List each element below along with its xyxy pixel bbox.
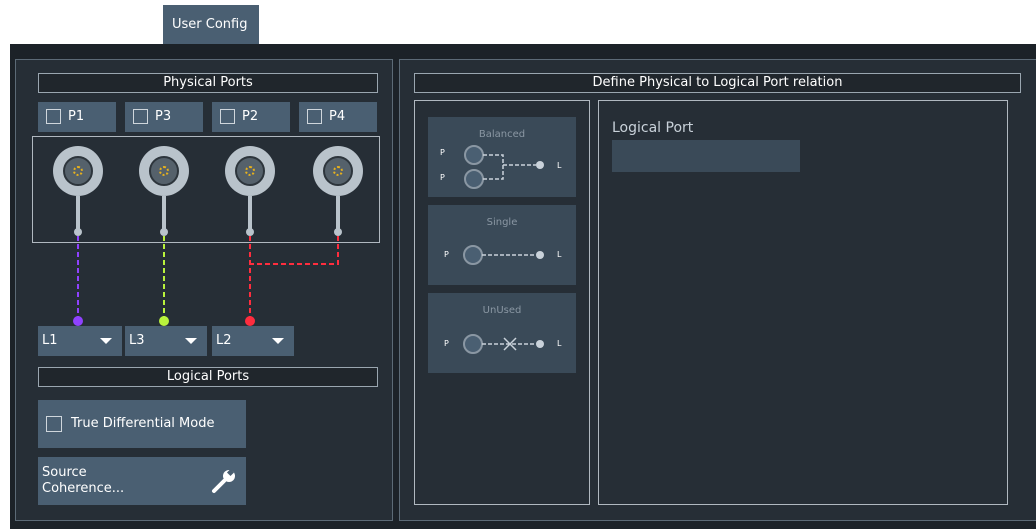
- source-coherence-label-line2: Coherence...: [42, 481, 125, 496]
- port-connector-p3: [139, 146, 189, 196]
- logical-dropdown-2[interactable]: L3: [125, 326, 207, 356]
- port-connector-p4: [313, 146, 363, 196]
- logical-dropdown-1[interactable]: L1: [38, 326, 122, 356]
- stem-node: [74, 228, 82, 236]
- stem-node: [246, 228, 254, 236]
- stem-node: [334, 228, 342, 236]
- endpoint-l2: [245, 316, 255, 326]
- p-label: P: [440, 148, 445, 157]
- dropdown-value: L2: [216, 333, 232, 348]
- unused-diagram: P L: [444, 334, 562, 354]
- source-coherence-label-line1: Source: [42, 465, 87, 480]
- logical-port-field[interactable]: [612, 140, 800, 172]
- p-label: P: [444, 339, 449, 348]
- port-connector-p1: [53, 146, 103, 196]
- single-diagram: P L: [444, 245, 562, 265]
- line-p4-l2: [250, 236, 339, 265]
- logical-port-label: Logical Port: [612, 120, 694, 136]
- p-label: P: [440, 173, 445, 182]
- balanced-diagram: P P L: [440, 145, 562, 189]
- dropdown-value: L3: [129, 333, 145, 348]
- l-label: L: [557, 339, 562, 348]
- balanced-option-button[interactable]: Balanced P P L: [428, 117, 576, 197]
- l-label: L: [557, 250, 562, 259]
- source-coherence-button[interactable]: Source Coherence...: [38, 457, 246, 505]
- p-label: P: [444, 250, 449, 259]
- endpoint-l3: [159, 316, 169, 326]
- unused-option-button[interactable]: UnUsed P L: [428, 293, 576, 373]
- l-label: L: [557, 161, 562, 170]
- endpoint-l1: [73, 316, 83, 326]
- true-differential-mode-button[interactable]: True Differential Mode: [38, 400, 246, 448]
- true-differential-label: True Differential Mode: [71, 416, 215, 431]
- stem-node: [160, 228, 168, 236]
- true-differential-checkbox[interactable]: [46, 416, 62, 432]
- chevron-down-icon: [185, 338, 197, 344]
- port-connector-p2: [225, 146, 275, 196]
- logical-dropdown-3[interactable]: L2: [212, 326, 294, 356]
- chevron-down-icon: [100, 338, 112, 344]
- single-option-button[interactable]: Single P L: [428, 205, 576, 285]
- chevron-down-icon: [272, 338, 284, 344]
- wrench-icon: [212, 468, 235, 493]
- logical-ports-header: Logical Ports: [38, 367, 378, 387]
- dropdown-value: L1: [42, 333, 58, 348]
- relation-header: Define Physical to Logical Port relation: [414, 73, 1021, 93]
